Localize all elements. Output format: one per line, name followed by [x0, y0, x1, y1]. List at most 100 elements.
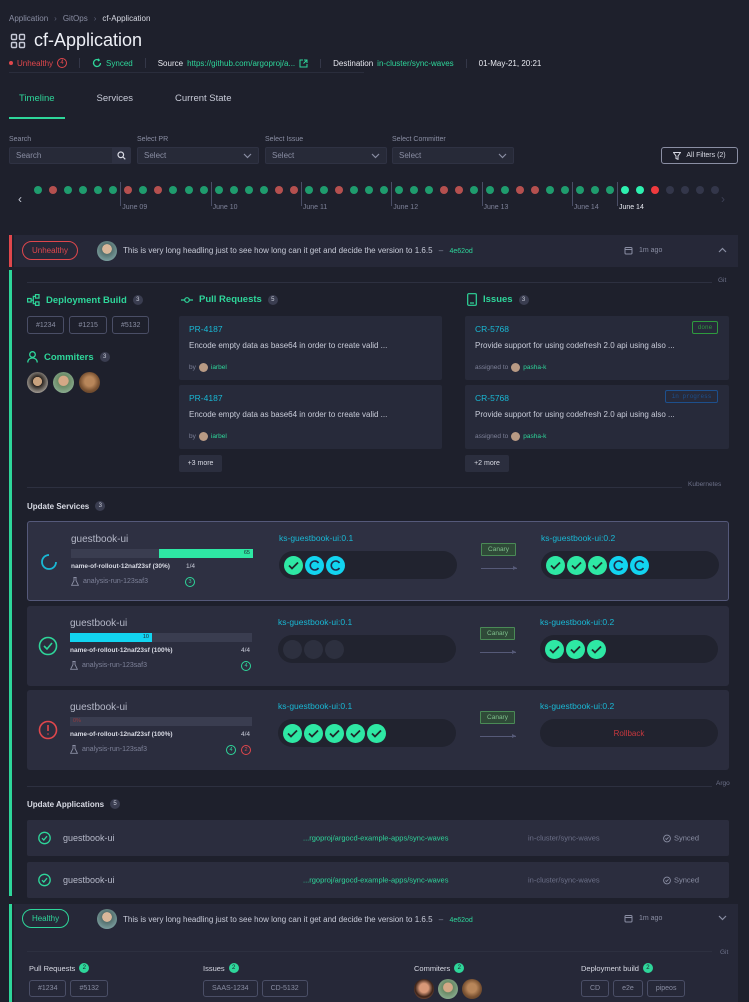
- tab-services[interactable]: Services: [87, 85, 143, 119]
- timeline-release-dot[interactable]: [214, 186, 223, 194]
- pr-tag[interactable]: #1234: [29, 980, 67, 997]
- timeline-release-dot[interactable]: [365, 186, 374, 194]
- build-tag[interactable]: #1234: [27, 316, 65, 334]
- assignee-name[interactable]: pasha-k: [523, 364, 546, 371]
- timeline-release-dot[interactable]: [319, 186, 328, 194]
- assignee-name[interactable]: pasha-k: [523, 433, 546, 440]
- pod-status[interactable]: [325, 723, 344, 743]
- timeline-release-dot[interactable]: [304, 186, 313, 194]
- commiter-avatar[interactable]: [438, 979, 458, 999]
- timeline-release-dot[interactable]: [380, 186, 389, 194]
- external-link-icon[interactable]: [299, 59, 308, 68]
- release-header[interactable]: Unhealthy This is very long headling jus…: [14, 235, 738, 267]
- target-version[interactable]: ks-guestbook-ui:0.2: [540, 617, 614, 627]
- issue-tag[interactable]: CD-5132: [261, 980, 308, 997]
- commiter-avatar[interactable]: [462, 979, 482, 999]
- pr-author-name[interactable]: iarbel: [211, 433, 227, 440]
- service-card[interactable]: guestbook-ui 10 name-of-rollout-12naf23s…: [27, 606, 729, 686]
- timeline-release-dot[interactable]: [34, 186, 42, 194]
- timeline-release-dot[interactable]: [64, 186, 73, 194]
- timeline-release-dot[interactable]: [711, 186, 720, 194]
- pod-status[interactable]: [545, 639, 564, 659]
- issue-card[interactable]: CR-5768 in progress Provide support for …: [465, 385, 729, 449]
- timeline-release-dot[interactable]: [560, 186, 569, 194]
- build-tag[interactable]: CD: [581, 980, 610, 997]
- service-card[interactable]: guestbook-ui 0% name-of-rollout-12naf23s…: [27, 690, 729, 770]
- timeline-release-dot[interactable]: [605, 186, 614, 194]
- commiter-avatar[interactable]: [79, 372, 100, 393]
- timeline-release-dot[interactable]: [485, 186, 494, 194]
- pod-status[interactable]: [346, 723, 365, 743]
- tab-current-state[interactable]: Current State: [165, 85, 242, 119]
- pod-status[interactable]: [283, 723, 302, 743]
- commiter-avatar[interactable]: [414, 979, 434, 999]
- application-row[interactable]: guestbook-ui ...rgoproj/argocd-example-a…: [27, 820, 729, 856]
- timeline-release-dot[interactable]: [500, 186, 509, 194]
- timeline-release-dot[interactable]: [244, 186, 253, 194]
- timeline-release-dot[interactable]: [696, 186, 705, 194]
- timeline-release-dot[interactable]: [425, 186, 434, 194]
- commit-hash[interactable]: 4e62od: [449, 917, 472, 924]
- timeline-release-dot[interactable]: [109, 186, 118, 194]
- pull-request-card[interactable]: PR-4187 Encode empty data as base64 in o…: [179, 385, 442, 449]
- application-name[interactable]: guestbook-ui: [63, 833, 115, 843]
- service-name[interactable]: guestbook-ui: [70, 618, 127, 629]
- application-repo[interactable]: ...rgoproj/argocd-example-apps/sync-wave…: [303, 834, 448, 843]
- pr-id[interactable]: PR-4187: [189, 324, 223, 334]
- analysis-run[interactable]: analysis-run-123saf3: [70, 745, 147, 754]
- pod-status[interactable]: [609, 555, 628, 575]
- timeline-release-dot[interactable]: [94, 186, 103, 194]
- build-tag[interactable]: #5132: [111, 316, 150, 334]
- timeline-release-dot[interactable]: [184, 186, 193, 194]
- analysis-run[interactable]: analysis-run-123saf3: [71, 577, 148, 586]
- timeline-release-dot[interactable]: [515, 186, 524, 194]
- pod-status[interactable]: [326, 555, 345, 575]
- chevron-up-icon[interactable]: [718, 247, 727, 253]
- pod-status[interactable]: [630, 555, 649, 575]
- issue-tag[interactable]: SAAS-1234: [203, 980, 258, 997]
- timeline-release-dot[interactable]: [289, 186, 298, 194]
- timeline-release-dot[interactable]: [530, 186, 539, 194]
- pod-status[interactable]: [546, 555, 565, 575]
- timeline-release-dot[interactable]: [154, 186, 163, 194]
- service-name[interactable]: guestbook-ui: [70, 702, 127, 713]
- pod-status[interactable]: [587, 639, 606, 659]
- timeline-release-dot[interactable]: [350, 186, 359, 194]
- pod-status[interactable]: [367, 723, 386, 743]
- commit-hash[interactable]: 4e62od: [449, 248, 472, 255]
- pull-request-card[interactable]: PR-4187 Encode empty data as base64 in o…: [179, 316, 442, 380]
- timeline-release-dot[interactable]: [259, 186, 268, 194]
- timeline-release-dot[interactable]: [455, 186, 464, 194]
- pr-more-button[interactable]: +3 more: [179, 455, 222, 472]
- application-row[interactable]: guestbook-ui ...rgoproj/argocd-example-a…: [27, 862, 729, 898]
- target-version[interactable]: ks-guestbook-ui:0.2: [540, 701, 614, 711]
- timeline-release-dot[interactable]: [79, 186, 88, 194]
- build-tag[interactable]: e2e: [613, 980, 643, 997]
- timeline-release-dot[interactable]: [651, 186, 660, 194]
- breadcrumb-application[interactable]: Application: [9, 14, 48, 23]
- timeline-release-dot[interactable]: [274, 186, 283, 194]
- source-link[interactable]: https://github.com/argoproj/a...: [187, 59, 295, 68]
- tab-timeline[interactable]: Timeline: [9, 85, 65, 119]
- select-committer-dropdown[interactable]: Select: [392, 147, 514, 164]
- build-tag[interactable]: pipeos: [646, 980, 686, 997]
- pod-status[interactable]: [325, 639, 344, 659]
- search-input[interactable]: Search: [9, 147, 131, 164]
- target-version[interactable]: ks-guestbook-ui:0.2: [541, 533, 615, 543]
- rollback-track[interactable]: Rollback: [540, 719, 718, 747]
- issue-card[interactable]: CR-5768 done Provide support for using c…: [465, 316, 729, 380]
- timeline-release-dot[interactable]: [470, 186, 479, 194]
- search-button[interactable]: [112, 148, 130, 163]
- pod-status[interactable]: [304, 723, 323, 743]
- timeline-release-dot[interactable]: [620, 186, 629, 194]
- all-filters-button[interactable]: All Filters (2): [661, 147, 738, 164]
- timeline-release-dot[interactable]: [395, 186, 404, 194]
- timeline-release-dot[interactable]: [681, 186, 690, 194]
- pod-status[interactable]: [283, 639, 302, 659]
- timeline-release-dot[interactable]: [666, 186, 675, 194]
- service-card[interactable]: guestbook-ui 65 name-of-rollout-12naf23s…: [27, 521, 729, 601]
- issues-more-button[interactable]: +2 more: [465, 455, 509, 472]
- source-version[interactable]: ks-guestbook-ui:0.1: [279, 533, 353, 543]
- select-issue-dropdown[interactable]: Select: [265, 147, 387, 164]
- chevron-down-icon[interactable]: [718, 915, 727, 921]
